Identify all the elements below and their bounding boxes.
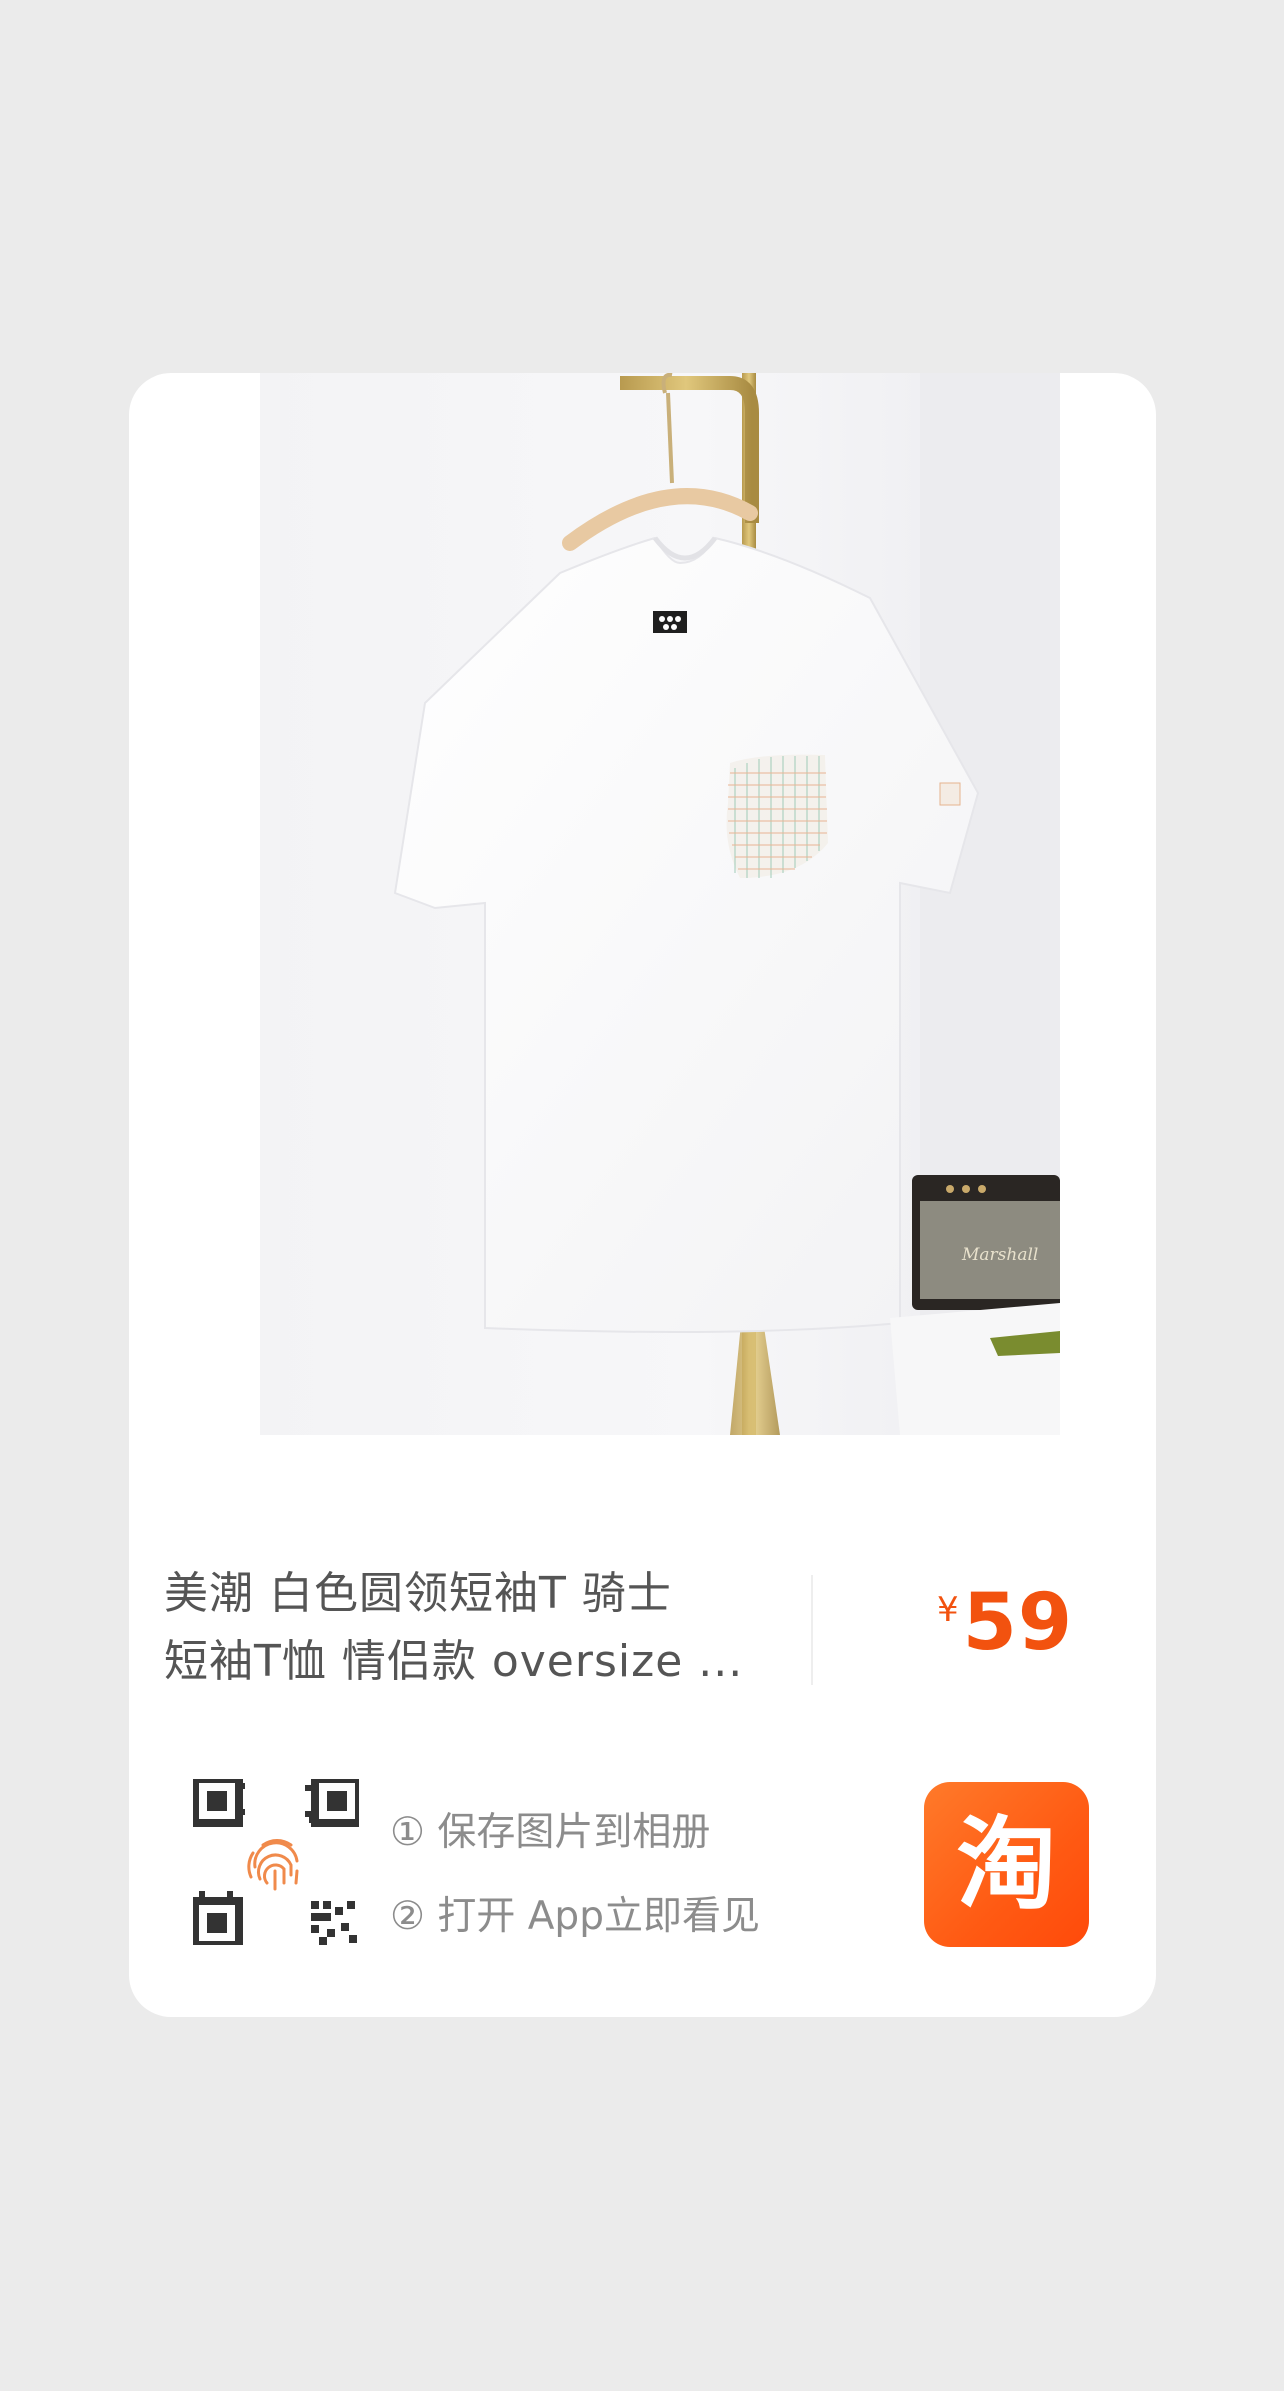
app-logo-text: 淘 xyxy=(956,1805,1057,1923)
product-price: ¥59 xyxy=(937,1578,1073,1668)
product-title[interactable]: 美潮 白色圆领短袖T 骑士 短袖T恤 情侣款 oversize ... xyxy=(164,1560,804,1696)
step-open-app: ② 打开 App立即看见 xyxy=(390,1894,760,1939)
divider xyxy=(811,1575,813,1685)
qr-code-fingerprint-icon[interactable] xyxy=(191,1775,363,1949)
taobao-app-icon[interactable]: 淘 xyxy=(924,1782,1089,1947)
share-card: Marshall 美潮 白色圆领短袖T 骑士 短袖T恤 情侣款 oversize… xyxy=(129,373,1156,2017)
step-save-image: ① 保存图片到相册 xyxy=(390,1810,711,1855)
price-currency: ¥ xyxy=(937,1590,959,1630)
svg-text:Marshall: Marshall xyxy=(961,1245,1038,1265)
share-steps: ① 保存图片到相册 ② 打开 App立即看见 xyxy=(390,1791,760,1959)
product-title-line-2: 短袖T恤 情侣款 oversize ... xyxy=(164,1636,744,1687)
product-image: Marshall xyxy=(260,373,1060,1435)
product-title-line-1: 美潮 白色圆领短袖T 骑士 xyxy=(164,1568,672,1619)
price-amount: 59 xyxy=(962,1578,1074,1668)
